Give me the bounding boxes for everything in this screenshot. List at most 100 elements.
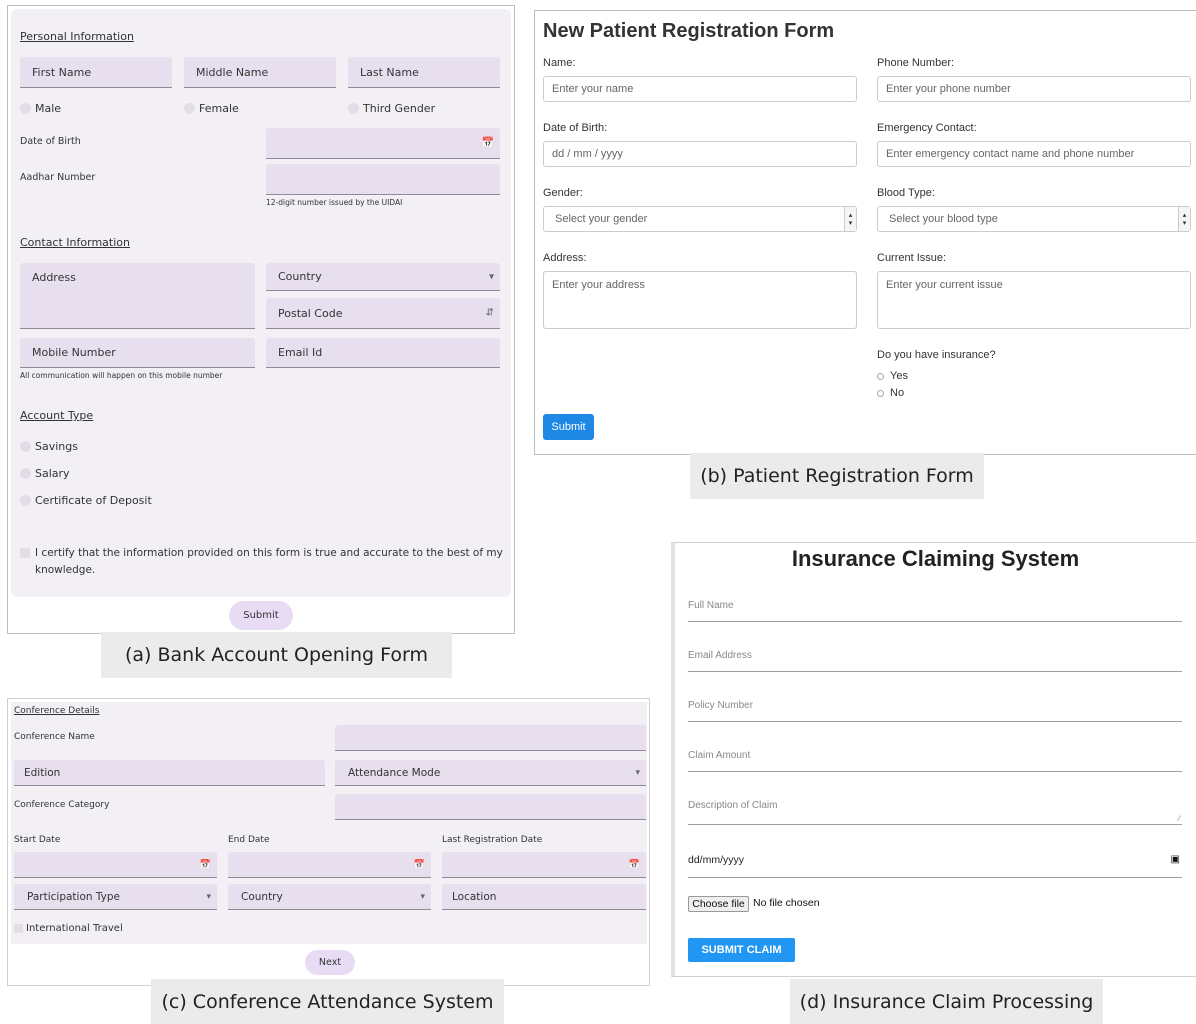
first-name-label: First Name — [32, 65, 92, 79]
start-date-label: Start Date — [14, 835, 61, 845]
next-button[interactable]: Next — [305, 950, 355, 975]
checkbox-label: International Travel — [26, 923, 123, 934]
policy-placeholder: Policy Number — [688, 700, 754, 711]
radio-icon — [877, 389, 884, 397]
dropdown-arrow-icon: ▾ — [420, 891, 425, 902]
email-field[interactable]: Email Id — [266, 338, 500, 368]
dropdown-arrow-icon: ▴ ▾ — [1178, 207, 1190, 231]
resize-handle-icon[interactable]: ∕ — [1179, 814, 1180, 823]
middle-name-label: Middle Name — [196, 65, 269, 79]
middle-name-field[interactable]: Middle Name — [184, 57, 336, 88]
postal-code-field[interactable]: Postal Code ⇵ — [266, 298, 500, 329]
participation-type-select[interactable]: Participation Type ▾ — [14, 884, 217, 910]
dob-label: Date of Birth — [20, 136, 81, 147]
first-name-field[interactable]: First Name — [20, 57, 172, 88]
mobile-number-field[interactable]: Mobile Number — [20, 338, 255, 368]
radio-icon — [20, 468, 31, 479]
conference-name-label: Conference Name — [14, 732, 95, 742]
conference-category-label: Conference Category — [14, 800, 110, 810]
claim-description-textarea[interactable]: Description of Claim ∕ — [688, 800, 1182, 825]
insurance-claim-form: Insurance Claiming System Full Name Emai… — [671, 542, 1196, 977]
blood-type-label: Blood Type: — [877, 187, 935, 199]
gender-radio-male[interactable]: Male — [20, 102, 61, 115]
emergency-input[interactable]: Enter emergency contact name and phone n… — [877, 141, 1191, 167]
calendar-icon[interactable]: ▣ — [1171, 854, 1180, 865]
dob-field[interactable]: 📅 — [266, 128, 500, 159]
amount-placeholder: Claim Amount — [688, 750, 751, 761]
description-placeholder: Description of Claim — [688, 800, 778, 811]
phone-input[interactable]: Enter your phone number — [877, 76, 1191, 102]
account-radio-salary[interactable]: Salary — [20, 467, 70, 480]
mobile-label: Mobile Number — [32, 346, 116, 359]
page-title: Insurance Claiming System — [791, 546, 1080, 571]
caption-patient: (b) Patient Registration Form — [690, 453, 984, 499]
participation-type-label: Participation Type — [27, 890, 121, 903]
blood-type-select[interactable]: Select your blood type ▴ ▾ — [877, 206, 1191, 232]
insurance-radio-yes[interactable]: Yes — [877, 370, 908, 382]
radio-label: Male — [35, 102, 62, 115]
country-select[interactable]: Country ▾ — [266, 263, 500, 291]
claim-amount-input[interactable]: Claim Amount — [688, 750, 1182, 772]
claim-date-input[interactable]: dd/mm/yyyy ▣ — [688, 854, 1182, 878]
radio-label: Third Gender — [363, 102, 436, 115]
choose-file-button[interactable]: Choose file — [688, 896, 749, 912]
radio-icon — [20, 103, 31, 114]
submit-button[interactable]: Submit — [543, 414, 594, 440]
certify-text: I certify that the information provided … — [35, 547, 503, 576]
international-travel-checkbox[interactable]: International Travel — [14, 923, 123, 934]
gender-select[interactable]: Select your gender ▴ ▾ — [543, 206, 857, 232]
radio-label: Salary — [35, 467, 70, 480]
section-personal-information: Personal Information — [20, 30, 134, 43]
radio-icon — [348, 103, 359, 114]
address-textarea[interactable]: Enter your address — [543, 271, 857, 329]
conference-category-field[interactable] — [335, 794, 646, 820]
calendar-icon[interactable]: 📅 — [414, 860, 425, 870]
end-date-field[interactable]: 📅 — [228, 852, 431, 878]
address-label: Address — [32, 271, 76, 284]
last-registration-date-field[interactable]: 📅 — [442, 852, 646, 878]
calendar-icon[interactable]: 📅 — [482, 138, 494, 149]
location-label: Location — [452, 890, 497, 903]
location-field[interactable]: Location — [442, 884, 646, 910]
full-name-input[interactable]: Full Name — [688, 600, 1182, 622]
submit-button[interactable]: Submit — [229, 601, 293, 630]
certify-checkbox[interactable]: I certify that the information provided … — [20, 545, 503, 579]
aadhar-label: Aadhar Number — [20, 172, 96, 183]
blood-select-value: Select your blood type — [889, 213, 998, 225]
start-date-field[interactable]: 📅 — [14, 852, 217, 878]
gender-radio-third[interactable]: Third Gender — [348, 102, 435, 115]
policy-number-input[interactable]: Policy Number — [688, 700, 1182, 722]
name-input[interactable]: Enter your name — [543, 76, 857, 102]
address-field[interactable]: Address — [20, 263, 255, 329]
insurance-radio-no[interactable]: No — [877, 387, 904, 399]
submit-claim-button[interactable]: SUBMIT CLAIM — [688, 938, 795, 962]
last-name-field[interactable]: Last Name — [348, 57, 500, 88]
section-contact-information: Contact Information — [20, 236, 130, 249]
country-select[interactable]: Country ▾ — [228, 884, 431, 910]
email-label: Email Id — [278, 346, 323, 359]
full-name-placeholder: Full Name — [688, 600, 734, 611]
last-registration-date-label: Last Registration Date — [442, 835, 543, 845]
account-radio-savings[interactable]: Savings — [20, 440, 78, 453]
date-placeholder: dd/mm/yyyy — [688, 854, 745, 866]
name-label: Name: — [543, 57, 576, 69]
dropdown-arrow-icon: ▴ ▾ — [844, 207, 856, 231]
aadhar-field[interactable] — [266, 164, 500, 195]
calendar-icon[interactable]: 📅 — [200, 860, 211, 870]
current-issue-textarea[interactable]: Enter your current issue — [877, 271, 1191, 329]
conference-attendance-form: Conference Details Conference Name Editi… — [7, 698, 650, 986]
edition-label: Edition — [24, 766, 61, 779]
number-spinner-icon[interactable]: ⇵ — [486, 308, 494, 319]
dob-input[interactable]: dd / mm / yyyy — [543, 141, 857, 167]
calendar-icon[interactable]: 📅 — [629, 860, 640, 870]
radio-icon — [20, 495, 31, 506]
aadhar-help-text: 12-digit number issued by the UIDAI — [266, 198, 403, 207]
attendance-mode-select[interactable]: Attendance Mode ▾ — [335, 760, 646, 786]
gender-radio-female[interactable]: Female — [184, 102, 239, 115]
account-radio-cd[interactable]: Certificate of Deposit — [20, 494, 152, 507]
checkbox-icon — [14, 924, 23, 933]
email-input[interactable]: Email Address — [688, 650, 1182, 672]
conference-name-field[interactable] — [335, 725, 646, 751]
edition-field[interactable]: Edition — [14, 760, 325, 786]
radio-label: Certificate of Deposit — [35, 494, 152, 507]
